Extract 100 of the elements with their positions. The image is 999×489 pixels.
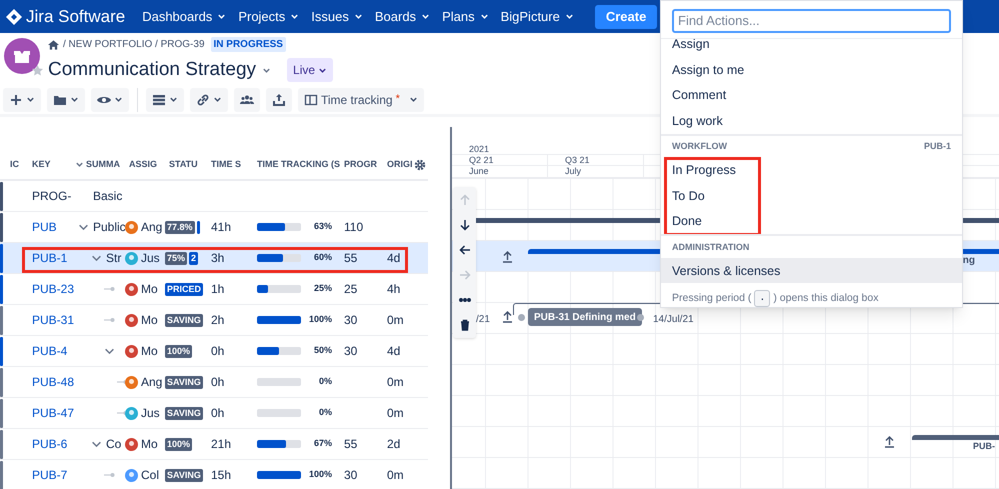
progress-value: 30 [344,313,358,327]
upload-icon [502,251,513,263]
menu-item[interactable]: Assign [661,38,962,58]
issue-key[interactable]: PUB-6 [28,435,75,453]
menu-item[interactable]: Comment [661,82,962,108]
column-header[interactable]: STATU [169,158,198,172]
caret-icon [290,12,300,21]
table-row[interactable]: PUB-48 Ang SAVING 0h 0% 0m [0,367,428,398]
search-field[interactable]: Find Actions... [672,9,951,33]
table-row[interactable]: PUB-31 Mo SAVING 2h 100% 30 0m [0,305,428,336]
issue-key[interactable]: PUB-7 [28,466,75,484]
caret-icon [408,95,418,104]
original-estimate: 0m [387,468,404,482]
progress-value: 30 [344,468,358,482]
original-estimate: 4h [387,282,400,296]
toolbar-button[interactable] [266,88,292,112]
menu-item[interactable]: Log work [661,108,962,134]
create-button[interactable]: Create [594,4,658,28]
caret-icon [318,66,328,75]
table-row[interactable]: PUB-6 Co Mo 100% 21h 67% 55 2d [0,429,428,460]
time-spent: 15h [211,468,232,482]
upload-icon [272,92,286,106]
percent-label: 0% [318,375,332,388]
column-header[interactable]: TIME TRACKING (S [257,158,340,172]
list-icon [152,92,166,106]
table-row[interactable]: PUB-47 Jus SAVING 0h 0% 0m [0,398,428,429]
menu-item[interactable]: Assign to me [661,57,962,83]
mode-dropdown[interactable]: Live [287,58,334,82]
breadcrumb[interactable]: / NEW PORTFOLIO / PROG-39 [63,37,205,52]
quarter-label: Q3 21 [565,155,590,165]
table-row[interactable]: PUB Public Ang 77.8% 41h 63% 110 [0,212,428,243]
time-spent: 0h [211,406,224,420]
section-header: ADMINISTRATION [672,240,750,254]
issue-key[interactable]: PUB-48 [28,373,75,391]
start-date: /21 [476,313,490,327]
key-hint: . [754,290,770,307]
column-header[interactable]: ORIGI [387,158,413,172]
task-chip[interactable]: PUB-31 Defining med [528,308,642,326]
menu-item[interactable]: Done [661,208,962,234]
time-spent: 0h [211,344,224,358]
percent-label: 25% [314,282,332,296]
percent-label: 50% [314,344,332,358]
issue-key[interactable]: PUB-1 [28,249,75,267]
assignee-name: Mo [141,281,158,298]
issue-summary: Str [106,250,122,267]
toolbar-button[interactable] [234,88,260,112]
upload-icon [502,311,513,323]
toolbar-dropdown[interactable] [91,88,129,112]
column-header[interactable]: IC [10,158,19,172]
trash-icon[interactable] [458,319,470,331]
section-header: WORKFLOW [672,140,727,154]
bar-label: ng [962,254,975,268]
issue-key[interactable]: PUB-31 [28,311,75,329]
nav-menu[interactable]: Dashboards [142,6,226,26]
column-header[interactable]: TIME S [211,158,242,172]
nav-menu[interactable]: BigPicture [500,6,574,26]
nav-menu[interactable]: Plans [442,6,489,26]
assignee-name: Mo [141,343,158,360]
percent-label: 67% [314,437,332,450]
caret-icon [354,12,363,21]
table-row[interactable]: PUB-23 Mo PRICED 1h 25% 25 4h [0,274,428,305]
caret-icon [262,66,272,75]
star-icon [32,65,43,76]
assignee-name: Mo [141,436,158,453]
month-label: July [565,166,582,176]
arrow-down-icon[interactable] [458,219,470,231]
page-title: Communication Strategy [48,58,256,82]
percent-label: 63% [314,220,332,234]
column-header[interactable]: ASSIG [129,158,158,172]
nav-menu[interactable]: Issues [311,6,363,26]
assignee-name: Mo [141,312,158,329]
project-avatar-icon [4,38,40,74]
issue-key[interactable]: PUB-47 [28,404,75,422]
column-header[interactable]: KEY [32,158,51,172]
issue-summary: Co [106,436,122,453]
toolbar-dropdown[interactable] [3,88,41,112]
table-row[interactable]: PROG- Basic [0,181,428,212]
toolbar-dropdown[interactable] [47,88,85,112]
status-badge: SAVING [165,406,203,420]
menu-item[interactable]: In Progress [661,158,962,184]
original-estimate: 4d [387,344,400,358]
time-spent: 1h [211,282,224,296]
nav-menu[interactable]: Boards [374,6,430,26]
settings-icon[interactable] [414,158,426,170]
footer-text: ) opens this dialog box [773,290,878,306]
issue-key[interactable]: PUB [28,218,75,236]
toolbar-dropdown[interactable] [146,88,184,112]
menu-item[interactable]: Versions & licenses [661,258,962,283]
menu-item[interactable]: To Do [661,183,962,209]
column-header[interactable]: SUMMA [86,158,120,172]
nav-menu[interactable]: Projects [238,6,300,26]
table-row[interactable]: PUB-4 Mo 100% 0h 50% 30 4d [0,336,428,367]
columns-dropdown[interactable]: Time tracking * [298,88,424,112]
arrow-left-icon[interactable] [458,244,470,256]
percent-label: 60% [314,251,332,264]
toolbar-dropdown[interactable] [190,88,228,112]
issue-key[interactable]: PUB-23 [28,280,75,298]
issue-key[interactable]: PUB-4 [28,342,75,360]
column-header[interactable]: PROGR [344,158,378,172]
table-row[interactable]: PUB-1 Str Jus 75% 2 3h 60% 55 4d [0,243,428,274]
